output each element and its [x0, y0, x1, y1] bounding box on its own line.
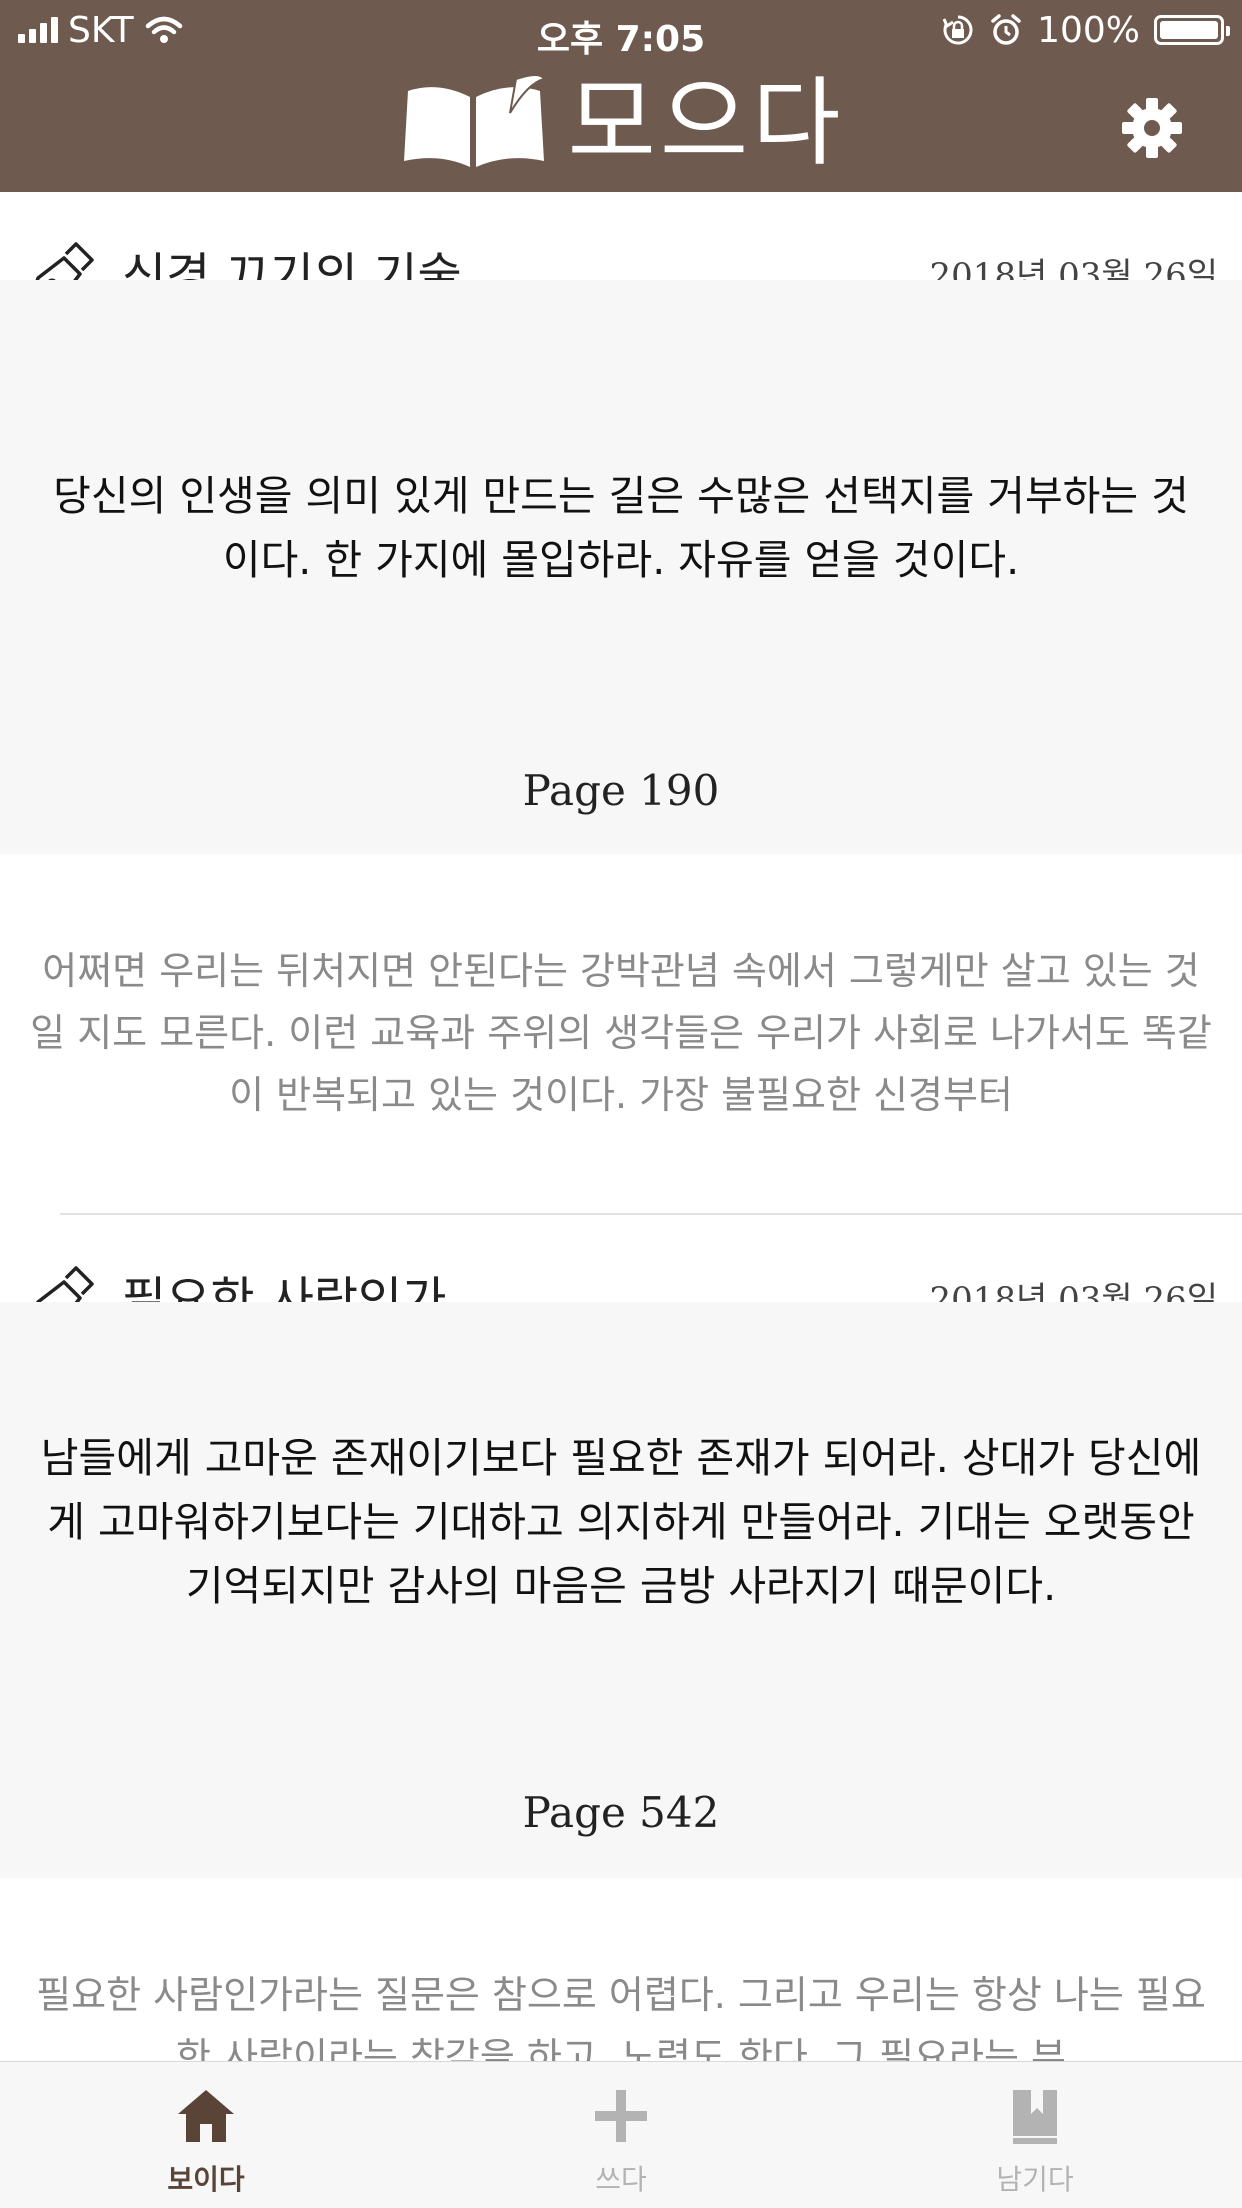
plus-icon — [595, 2090, 647, 2142]
page-number: Page 190 — [522, 766, 720, 815]
entry-excerpt: 어쩌면 우리는 뒤처지면 안된다는 강박관념 속에서 그렇게만 살고 있는 것일… — [30, 949, 1212, 1117]
quote-text: 당신의 인생을 의미 있게 만드는 길은 수많은 선택지를 거부하는 것이다. … — [53, 472, 1189, 584]
alarm-icon — [991, 14, 1021, 45]
open-book-quill-icon — [403, 74, 545, 169]
status-bar: SKT 오후 7:05 100% — [0, 0, 1242, 60]
tab-archive[interactable]: 남기다 — [935, 2062, 1135, 2208]
tab-label: 보이다 — [167, 2163, 245, 2196]
rotation-lock-icon — [942, 15, 973, 45]
quote-card[interactable]: 남들에게 고마운 존재이기보다 필요한 존재가 되어라. 상대가 당신에게 고마… — [0, 1302, 1242, 1878]
home-icon — [178, 2090, 234, 2142]
tab-view[interactable]: 보이다 — [106, 2062, 306, 2208]
quote-card[interactable]: 당신의 인생을 의미 있게 만드는 길은 수많은 선택지를 거부하는 것이다. … — [0, 280, 1242, 854]
tab-bar: 보이다 쓰다 남기다 — [0, 2061, 1242, 2208]
battery-percent: 100% — [1037, 9, 1140, 51]
quote-text: 남들에게 고마운 존재이기보다 필요한 존재가 되어라. 상대가 당신에게 고마… — [40, 1434, 1202, 1610]
entry-excerpt: 필요한 사람인가라는 질문은 참으로 어렵다. 그리고 우리는 항상 나는 필요… — [36, 1973, 1206, 2064]
gear-icon[interactable] — [1120, 96, 1184, 160]
page-number: Page 542 — [522, 1788, 720, 1837]
app-title: 모으다 — [567, 67, 845, 179]
battery-icon — [1154, 15, 1230, 45]
bookmark-book-icon — [1013, 2090, 1057, 2144]
tab-label: 남기다 — [996, 2163, 1074, 2196]
app-logo: 모으다 — [0, 68, 1242, 178]
app-header: 모으다 — [0, 60, 1242, 192]
tab-label: 쓰다 — [595, 2163, 647, 2196]
tab-write[interactable]: 쓰다 — [521, 2062, 721, 2208]
entry-divider — [60, 1213, 1242, 1215]
